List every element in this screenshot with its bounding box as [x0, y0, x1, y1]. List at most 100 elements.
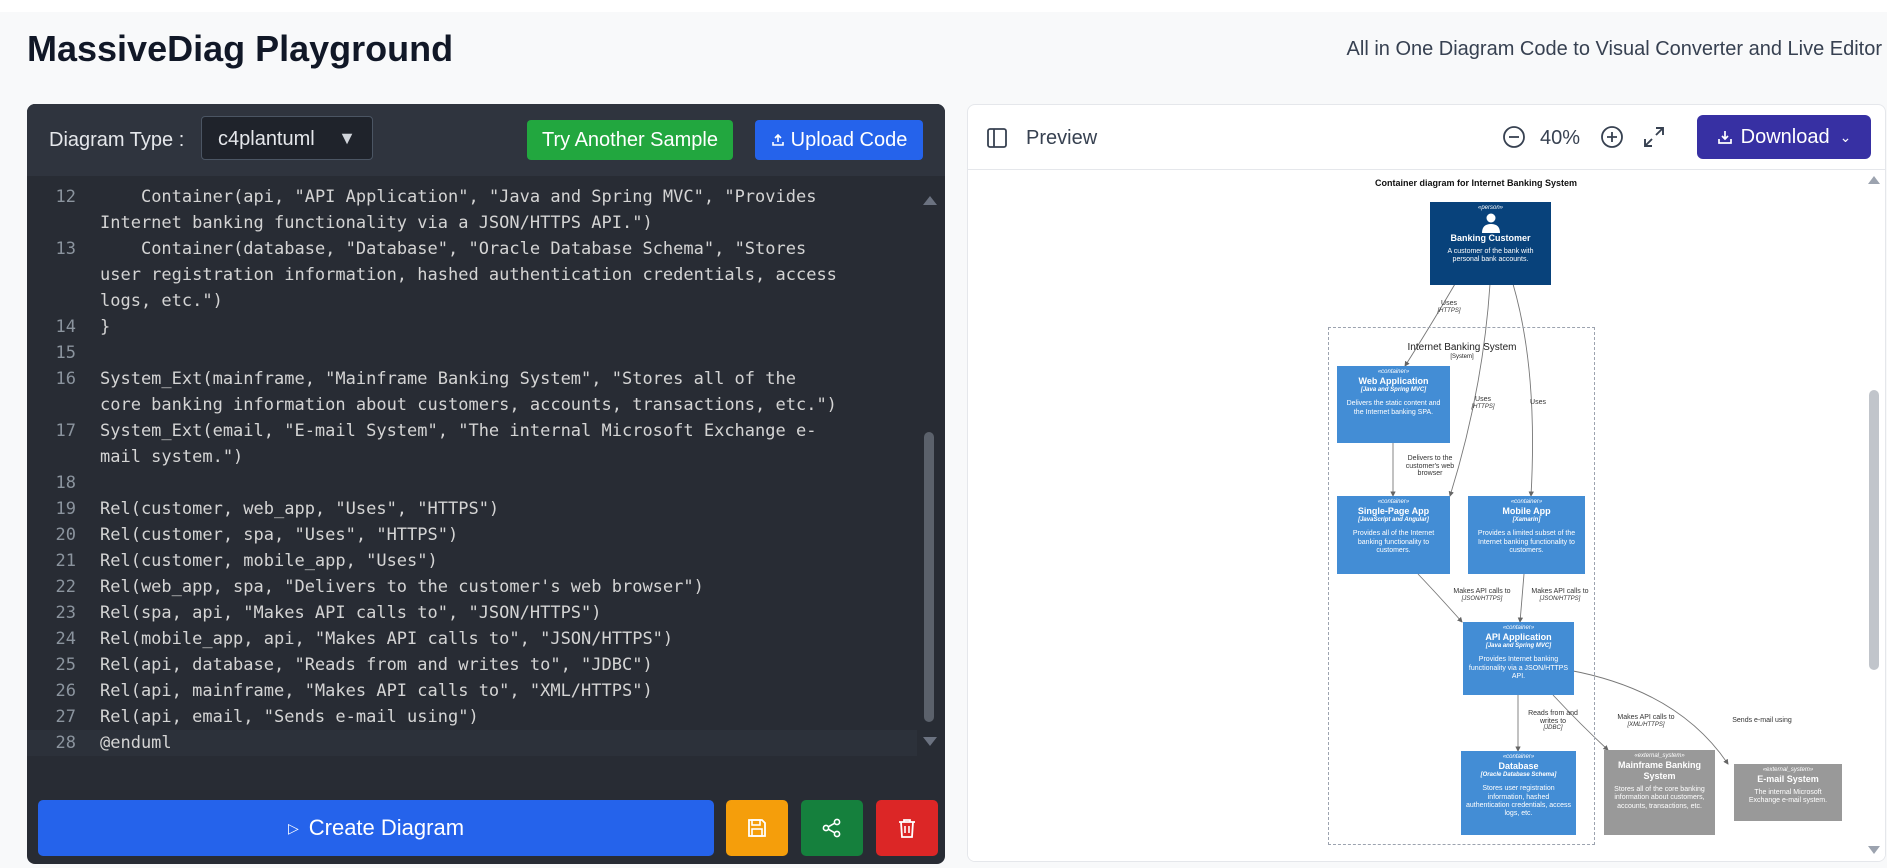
rel-label-text: Makes API calls to [1531, 588, 1589, 595]
try-sample-label: Try Another Sample [541, 128, 718, 151]
code-line[interactable]: 28 @enduml [27, 730, 917, 756]
diagram-type-select[interactable]: c4plantuml ▼ [201, 116, 373, 160]
line-number: 27 [55, 707, 76, 727]
diagram-canvas[interactable]: Container diagram for Internet Banking S… [968, 170, 1885, 861]
line-number: 25 [55, 655, 76, 675]
preview-scrollbar[interactable] [1867, 176, 1881, 854]
line-number: 15 [55, 343, 76, 363]
sidebar-toggle-icon[interactable] [986, 127, 1008, 149]
scroll-down-arrow-icon[interactable] [923, 737, 937, 746]
line-code: } [100, 317, 111, 337]
download-icon [1717, 131, 1732, 144]
code-line[interactable]: 16 System_Ext(mainframe, "Mainframe Banki… [27, 366, 917, 418]
code-line[interactable]: 18 [27, 470, 917, 496]
node-mobile-app[interactable]: «container» Mobile App [Xamarin] Provide… [1468, 496, 1585, 574]
diagram-type-label: Diagram Type : [49, 129, 185, 151]
preview-scroll-up-icon[interactable] [1868, 176, 1880, 184]
spa-tech: [JavaScript and Angular] [1358, 516, 1429, 523]
fullscreen-icon[interactable] [1642, 125, 1666, 149]
top-strip [0, 0, 1887, 12]
node-single-page-app[interactable]: «container» Single-Page App [JavaScript … [1337, 496, 1450, 574]
code-line[interactable]: 19 Rel(customer, web_app, "Uses", "HTTPS"… [27, 496, 917, 522]
node-banking-customer[interactable]: «person» Banking Customer A customer of … [1430, 202, 1551, 285]
preview-title: Preview [1026, 127, 1098, 149]
rel-label-text: Uses [1441, 300, 1457, 307]
line-code: Rel(web_app, spa, "Delivers to the custo… [100, 577, 704, 597]
rel-label-tech: [JDBC] [1543, 725, 1563, 732]
editor-toolbar: Diagram Type : c4plantuml ▼ Try Another … [27, 104, 945, 176]
trash-icon [899, 819, 915, 838]
line-number: 16 [55, 369, 76, 389]
zoom-out-icon[interactable] [1502, 125, 1526, 149]
rel-label-api-mainframe: Makes API calls to [XML/HTTPS] [1608, 714, 1684, 728]
preview-scrollbar-thumb[interactable] [1869, 390, 1879, 670]
save-button[interactable] [726, 800, 788, 856]
rel-label-text: Sends e-mail using [1732, 717, 1792, 724]
zoom-in-icon[interactable] [1600, 125, 1624, 149]
try-another-sample-button[interactable]: Try Another Sample [527, 120, 733, 160]
mobile-app-description: Provides a limited subset of the Interne… [1477, 530, 1576, 554]
code-line[interactable]: 22 Rel(web_app, spa, "Delivers to the cus… [27, 574, 917, 600]
preview-scroll-down-icon[interactable] [1868, 846, 1880, 854]
code-line[interactable]: 23 Rel(spa, api, "Makes API calls to", "J… [27, 600, 917, 626]
api-tech: [Java and Spring MVC] [1485, 642, 1552, 649]
line-code: Rel(mobile_app, api, "Makes API calls to… [100, 629, 674, 649]
api-description: Provides Internet banking functionality … [1468, 656, 1569, 680]
create-diagram-button[interactable]: ▷ Create Diagram [38, 800, 714, 856]
database-stereotype: «container» [1502, 754, 1535, 760]
code-line[interactable]: 27 Rel(api, email, "Sends e-mail using") [27, 704, 917, 730]
person-icon [1481, 213, 1500, 234]
upload-code-button[interactable]: Upload Code [755, 120, 923, 160]
rel-label-tech: [JSON/HTTPS] [1461, 595, 1503, 602]
diagram-type-value: c4plantuml [218, 128, 315, 150]
share-button[interactable] [801, 800, 863, 856]
code-line[interactable]: 14} [27, 314, 917, 340]
code-line[interactable]: 17 System_Ext(email, "E-mail System", "Th… [27, 418, 917, 470]
editor-scrollbar-thumb[interactable] [924, 432, 934, 722]
mobile-app-tech: [Xamarin] [1512, 516, 1541, 523]
code-lines: 12 Container(api, "API Application", "Ja… [27, 184, 917, 756]
rel-label-text: Uses [1475, 396, 1491, 403]
editor-panel: Diagram Type : c4plantuml ▼ Try Another … [27, 104, 945, 864]
node-mainframe-banking-system[interactable]: «external_system» Mainframe Banking Syst… [1604, 750, 1715, 835]
rel-label-text: Reads from and writes to [1528, 710, 1578, 725]
email-description: The internal Microsoft Exchange e-mail s… [1748, 788, 1828, 805]
upload-icon [771, 133, 784, 146]
line-code: Rel(api, mainframe, "Makes API calls to"… [100, 681, 653, 701]
editor-scrollbar[interactable] [921, 196, 937, 746]
preview-header: Preview 40% Download ⌄ [968, 105, 1885, 170]
node-web-application[interactable]: «container» Web Application [Java and Sp… [1337, 366, 1450, 443]
preview-panel: Preview 40% Download ⌄ Container diagram… [967, 104, 1886, 862]
node-api-application[interactable]: «container» API Application [Java and Sp… [1463, 622, 1574, 695]
line-number: 18 [55, 473, 76, 493]
mainframe-name: Mainframe Banking System [1617, 760, 1702, 781]
customer-stereotype: «person» [1477, 205, 1504, 211]
code-line[interactable]: 20 Rel(customer, spa, "Uses", "HTTPS") [27, 522, 917, 548]
code-line[interactable]: 13 Container(database, "Database", "Orac… [27, 236, 917, 314]
rel-label-uses-3: Uses [1526, 399, 1550, 407]
database-description: Stores user registration information, ha… [1465, 785, 1572, 818]
code-editor[interactable]: 12 Container(api, "API Application", "Ja… [27, 176, 945, 764]
download-label: Download [1740, 125, 1830, 148]
node-database[interactable]: «container» Database [Oracle Database Sc… [1461, 751, 1576, 835]
mainframe-description: Stores all of the core banking informati… [1614, 785, 1705, 810]
code-line[interactable]: 15 [27, 340, 917, 366]
delete-button[interactable] [876, 800, 938, 856]
code-line[interactable]: 25 Rel(api, database, "Reads from and wri… [27, 652, 917, 678]
mainframe-stereotype: «external_system» [1634, 753, 1685, 759]
line-code: @enduml [100, 733, 172, 753]
line-code: Rel(customer, spa, "Uses", "HTTPS") [100, 525, 459, 545]
download-button[interactable]: Download ⌄ [1697, 115, 1871, 159]
code-line[interactable]: 12 Container(api, "API Application", "Ja… [27, 184, 917, 236]
boundary-name: Internet Banking System [1407, 342, 1517, 353]
scroll-up-arrow-icon[interactable] [923, 196, 937, 205]
create-diagram-label: Create Diagram [308, 815, 465, 840]
rel-label-text: Uses [1530, 399, 1546, 406]
rel-label-api-database: Reads from and writes to [JDBC] [1520, 710, 1586, 732]
code-line[interactable]: 24 Rel(mobile_app, api, "Makes API calls … [27, 626, 917, 652]
node-email-system[interactable]: «external_system» E-mail System The inte… [1734, 764, 1842, 821]
code-line[interactable]: 21 Rel(customer, mobile_app, "Uses") [27, 548, 917, 574]
api-stereotype: «container» [1502, 625, 1535, 631]
code-line[interactable]: 26 Rel(api, mainframe, "Makes API calls t… [27, 678, 917, 704]
